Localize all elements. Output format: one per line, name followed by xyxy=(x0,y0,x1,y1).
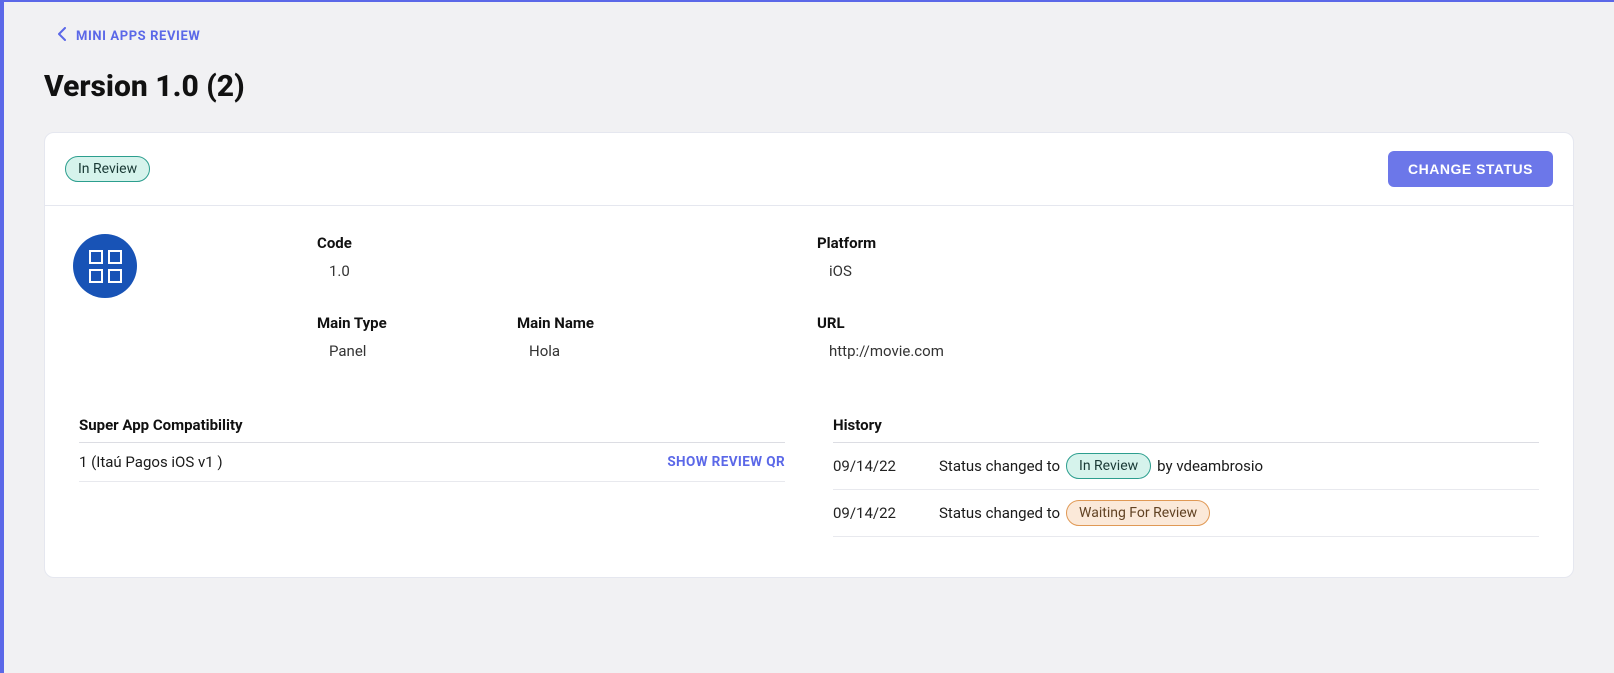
value-code: 1.0 xyxy=(317,262,817,280)
history-status-badge: Waiting For Review xyxy=(1066,500,1210,526)
card-header: In Review CHANGE STATUS xyxy=(45,133,1573,206)
compat-row: 1 (Itaú Pagos iOS v1 ) SHOW REVIEW QR xyxy=(79,443,785,482)
history-suffix: by vdeambrosio xyxy=(1157,457,1263,475)
history-section: History 09/14/22 Status changed to In Rev… xyxy=(833,416,1539,537)
history-prefix: Status changed to xyxy=(939,504,1060,522)
app-grid-icon xyxy=(73,234,137,298)
field-main-name: Main Name Hola xyxy=(517,314,817,360)
value-main-name: Hola xyxy=(517,342,817,360)
field-url: URL http://movie.com xyxy=(817,314,1545,360)
breadcrumb-label: MINI APPS REVIEW xyxy=(76,29,200,44)
label-platform: Platform xyxy=(817,234,1545,252)
chevron-left-icon xyxy=(58,27,66,45)
breadcrumb-back[interactable]: MINI APPS REVIEW xyxy=(58,27,200,45)
history-description: Status changed to Waiting For Review xyxy=(939,500,1210,526)
label-code: Code xyxy=(317,234,817,252)
show-review-qr-link[interactable]: SHOW REVIEW QR xyxy=(667,454,785,470)
change-status-button[interactable]: CHANGE STATUS xyxy=(1388,151,1553,187)
compat-section: Super App Compatibility 1 (Itaú Pagos iO… xyxy=(79,416,785,537)
history-date: 09/14/22 xyxy=(833,504,899,522)
value-url: http://movie.com xyxy=(817,342,1545,360)
version-card: In Review CHANGE STATUS Code 1.0 Platfor… xyxy=(44,132,1574,578)
field-main-type: Main Type Panel xyxy=(317,314,517,360)
label-url: URL xyxy=(817,314,1545,332)
compat-heading: Super App Compatibility xyxy=(79,416,785,443)
page-title: Version 1.0 (2) xyxy=(44,69,1574,104)
history-row: 09/14/22 Status changed to In Review by v… xyxy=(833,443,1539,490)
history-row: 09/14/22 Status changed to Waiting For Re… xyxy=(833,490,1539,537)
history-date: 09/14/22 xyxy=(833,457,899,475)
status-badge: In Review xyxy=(65,156,150,182)
history-prefix: Status changed to xyxy=(939,457,1060,475)
label-main-type: Main Type xyxy=(317,314,517,332)
field-platform: Platform iOS xyxy=(817,234,1545,280)
compat-row-label: 1 (Itaú Pagos iOS v1 ) xyxy=(79,453,223,471)
value-platform: iOS xyxy=(817,262,1545,280)
field-code: Code 1.0 xyxy=(317,234,817,280)
label-main-name: Main Name xyxy=(517,314,817,332)
history-heading: History xyxy=(833,416,1539,443)
history-status-badge: In Review xyxy=(1066,453,1151,479)
value-main-type: Panel xyxy=(317,342,517,360)
history-description: Status changed to In Review by vdeambros… xyxy=(939,453,1263,479)
